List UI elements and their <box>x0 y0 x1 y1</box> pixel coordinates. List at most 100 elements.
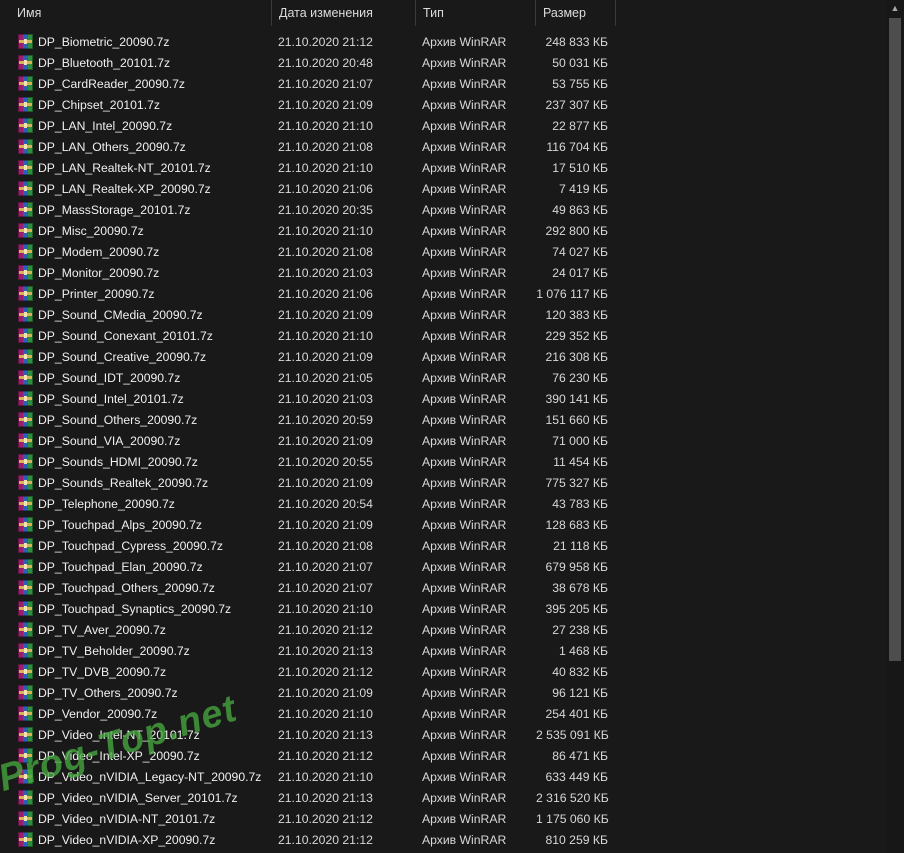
column-header-type-label: Тип <box>423 6 444 20</box>
file-row[interactable]: DP_TV_Beholder_20090.7z 21.10.2020 21:13 А… <box>0 640 886 661</box>
winrar-archive-icon <box>18 706 33 721</box>
file-row[interactable]: DP_Touchpad_Elan_20090.7z 21.10.2020 21:0… <box>0 556 886 577</box>
file-name: DP_TV_DVB_20090.7z <box>38 664 167 679</box>
file-row[interactable]: DP_Touchpad_Cypress_20090.7z 21.10.2020 2… <box>0 535 886 556</box>
file-name: DP_Touchpad_Cypress_20090.7z <box>38 538 223 553</box>
file-size: 11 454 КБ <box>553 454 608 469</box>
file-size: 2 316 520 КБ <box>536 790 609 805</box>
file-type: Архив WinRAR <box>422 601 507 616</box>
file-date: 21.10.2020 20:59 <box>278 412 373 427</box>
file-size: 128 683 КБ <box>545 517 608 532</box>
file-row[interactable]: DP_Monitor_20090.7z 21.10.2020 21:03 Архив… <box>0 262 886 283</box>
file-row[interactable]: DP_TV_Others_20090.7z 21.10.2020 21:09 Арх… <box>0 682 886 703</box>
file-row[interactable]: DP_Sound_VIA_20090.7z 21.10.2020 21:09 Арх… <box>0 430 886 451</box>
file-size: 395 205 КБ <box>545 601 608 616</box>
file-size: 24 017 КБ <box>552 265 608 280</box>
column-header-date[interactable]: Дата изменения <box>272 0 416 26</box>
winrar-archive-icon <box>18 244 33 259</box>
file-row[interactable]: DP_Touchpad_Synaptics_20090.7z 21.10.2020… <box>0 598 886 619</box>
file-row[interactable]: DP_Video_Intel-NT_20101.7z 21.10.2020 21:… <box>0 724 886 745</box>
file-row[interactable]: DP_TV_Aver_20090.7z 21.10.2020 21:12 Архив… <box>0 619 886 640</box>
file-size: 1 076 117 КБ <box>536 286 608 301</box>
winrar-archive-icon <box>18 55 33 70</box>
file-type: Архив WinRAR <box>422 328 507 343</box>
file-type: Архив WinRAR <box>422 706 507 721</box>
winrar-archive-icon <box>18 118 33 133</box>
file-name-cell: DP_Sound_Conexant_20101.7z <box>0 328 272 343</box>
file-name: DP_Touchpad_Alps_20090.7z <box>38 517 202 532</box>
file-size: 7 419 КБ <box>559 181 608 196</box>
column-header-type[interactable]: Тип <box>416 0 536 26</box>
winrar-archive-icon <box>18 517 33 532</box>
file-name-cell: DP_Touchpad_Cypress_20090.7z <box>0 538 272 553</box>
file-row[interactable]: DP_Modem_20090.7z 21.10.2020 21:08 Архив W… <box>0 241 886 262</box>
file-name: DP_Sound_Intel_20101.7z <box>38 391 184 406</box>
file-row[interactable]: DP_Video_nVIDIA_Legacy-NT_20090.7z 21.10.… <box>0 766 886 787</box>
file-size: 17 510 КБ <box>552 160 608 175</box>
file-row[interactable]: DP_Sound_CMedia_20090.7z 21.10.2020 21:09… <box>0 304 886 325</box>
file-name-cell: DP_Bluetooth_20101.7z <box>0 55 272 70</box>
scroll-up-arrow-icon[interactable]: ▲ <box>886 0 904 17</box>
file-row[interactable]: DP_Video_nVIDIA-XP_20090.7z 21.10.2020 21… <box>0 829 886 850</box>
file-size: 86 471 КБ <box>552 748 608 763</box>
file-row[interactable]: DP_Misc_20090.7z 21.10.2020 21:10 Архив Wi… <box>0 220 886 241</box>
file-row[interactable]: DP_Video_nVIDIA-NT_20101.7z 21.10.2020 21… <box>0 808 886 829</box>
file-row[interactable]: DP_Printer_20090.7z 21.10.2020 21:06 Архив… <box>0 283 886 304</box>
winrar-archive-icon <box>18 538 33 553</box>
file-row[interactable]: DP_LAN_Realtek-XP_20090.7z 21.10.2020 21:… <box>0 178 886 199</box>
file-date: 21.10.2020 21:13 <box>278 727 373 742</box>
file-row[interactable]: DP_Sound_Conexant_20101.7z 21.10.2020 21:… <box>0 325 886 346</box>
file-date: 21.10.2020 21:07 <box>278 580 373 595</box>
file-row[interactable]: DP_Biometric_20090.7z 21.10.2020 21:12 Арх… <box>0 31 886 52</box>
file-row[interactable]: DP_Sound_Creative_20090.7z 21.10.2020 21:… <box>0 346 886 367</box>
file-row[interactable]: DP_Chipset_20101.7z 21.10.2020 21:09 Архив… <box>0 94 886 115</box>
file-row[interactable]: DP_Bluetooth_20101.7z 21.10.2020 20:48 Арх… <box>0 52 886 73</box>
file-row[interactable]: DP_Sound_IDT_20090.7z 21.10.2020 21:05 Арх… <box>0 367 886 388</box>
file-row[interactable]: DP_Sounds_HDMI_20090.7z 21.10.2020 20:55 А… <box>0 451 886 472</box>
file-size: 43 783 КБ <box>552 496 608 511</box>
file-row[interactable]: DP_Touchpad_Alps_20090.7z 21.10.2020 21:0… <box>0 514 886 535</box>
file-date: 21.10.2020 21:09 <box>278 349 373 364</box>
file-date: 21.10.2020 21:09 <box>278 307 373 322</box>
file-row[interactable]: DP_LAN_Realtek-NT_20101.7z 21.10.2020 21:… <box>0 157 886 178</box>
file-row[interactable]: DP_Sounds_Realtek_20090.7z 21.10.2020 21:… <box>0 472 886 493</box>
file-row[interactable]: DP_CardReader_20090.7z 21.10.2020 21:07 Ар… <box>0 73 886 94</box>
file-row[interactable]: DP_Sound_Intel_20101.7z 21.10.2020 21:03 А… <box>0 388 886 409</box>
file-size: 216 308 КБ <box>545 349 608 364</box>
column-header-size[interactable]: Размер <box>536 0 616 26</box>
file-name: DP_Vendor_20090.7z <box>38 706 158 721</box>
file-row[interactable]: DP_Sound_Others_20090.7z 21.10.2020 20:59… <box>0 409 886 430</box>
winrar-archive-icon <box>18 139 33 154</box>
vertical-scrollbar[interactable]: ▲ <box>886 0 904 853</box>
file-size: 40 832 КБ <box>552 664 608 679</box>
file-name-cell: DP_Chipset_20101.7z <box>0 97 272 112</box>
winrar-archive-icon <box>18 370 33 385</box>
winrar-archive-icon <box>18 685 33 700</box>
file-size: 74 027 КБ <box>552 244 608 259</box>
file-size: 775 327 КБ <box>545 475 608 490</box>
file-name: DP_LAN_Others_20090.7z <box>38 139 186 154</box>
winrar-archive-icon <box>18 727 33 742</box>
winrar-archive-icon <box>18 832 33 847</box>
file-name: DP_LAN_Realtek-NT_20101.7z <box>38 160 211 175</box>
winrar-archive-icon <box>18 601 33 616</box>
file-name: DP_Video_nVIDIA-XP_20090.7z <box>38 832 216 847</box>
file-row[interactable]: DP_Touchpad_Others_20090.7z 21.10.2020 21… <box>0 577 886 598</box>
file-row[interactable]: DP_LAN_Intel_20090.7z 21.10.2020 21:10 Арх… <box>0 115 886 136</box>
column-header-name[interactable]: ^ Имя <box>0 0 272 26</box>
file-date: 21.10.2020 21:07 <box>278 76 373 91</box>
file-name-cell: DP_TV_DVB_20090.7z <box>0 664 272 679</box>
file-row[interactable]: DP_Telephone_20090.7z 21.10.2020 20:54 Арх… <box>0 493 886 514</box>
file-row[interactable]: DP_Video_Intel-XP_20090.7z 21.10.2020 21:… <box>0 745 886 766</box>
file-row[interactable]: DP_LAN_Others_20090.7z 21.10.2020 21:08 Ар… <box>0 136 886 157</box>
file-row[interactable]: DP_TV_DVB_20090.7z 21.10.2020 21:12 Архив … <box>0 661 886 682</box>
file-name: DP_LAN_Realtek-XP_20090.7z <box>38 181 211 196</box>
file-name: DP_Video_nVIDIA_Legacy-NT_20090.7z <box>38 769 262 784</box>
scrollbar-thumb[interactable] <box>889 18 901 661</box>
file-date: 21.10.2020 21:09 <box>278 685 373 700</box>
file-name-cell: DP_Misc_20090.7z <box>0 223 272 238</box>
file-row[interactable]: DP_MassStorage_20101.7z 21.10.2020 20:35 А… <box>0 199 886 220</box>
file-row[interactable]: DP_Vendor_20090.7z 21.10.2020 21:10 Архив … <box>0 703 886 724</box>
file-row[interactable]: DP_Video_nVIDIA_Server_20101.7z 21.10.202… <box>0 787 886 808</box>
file-type: Архив WinRAR <box>422 475 507 490</box>
